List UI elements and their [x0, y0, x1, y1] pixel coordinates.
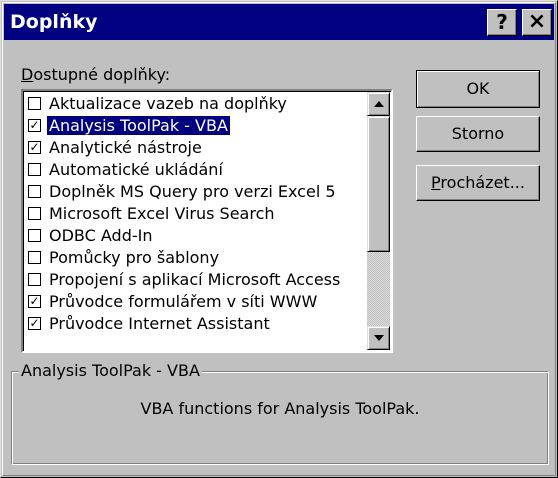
cancel-button[interactable]: Storno: [416, 116, 540, 152]
checkbox-unchecked-icon[interactable]: [28, 229, 41, 242]
groupbox-title: Analysis ToolPak - VBA: [19, 361, 202, 381]
title-bar[interactable]: Doplňky ? ×: [4, 4, 554, 40]
dialog-title: Doplňky: [10, 11, 98, 33]
addin-list-item[interactable]: Pomůcky pro šablony: [25, 247, 365, 269]
addin-list-item[interactable]: ✓ Průvodce formulářem v síti WWW: [25, 291, 365, 313]
addin-label: Propojení s aplikací Microsoft Access: [49, 270, 341, 289]
addin-list-item[interactable]: ✓ Průvodce Internet Assistant: [25, 313, 365, 335]
scroll-down-button[interactable]: [367, 326, 390, 350]
close-button[interactable]: ×: [522, 9, 552, 36]
addin-label: Analysis ToolPak - VBA: [46, 115, 231, 136]
addin-list-item[interactable]: ODBC Add-In: [25, 225, 365, 247]
ok-button[interactable]: OK: [416, 70, 540, 108]
description-groupbox: [11, 371, 549, 465]
available-addins-label: Dostupné doplňky:: [21, 65, 170, 84]
arrow-down-icon: [374, 335, 384, 341]
checkbox-unchecked-icon[interactable]: [28, 273, 41, 286]
checkbox-unchecked-icon[interactable]: [28, 97, 41, 110]
addin-list-item[interactable]: Automatické ukládání: [25, 159, 365, 181]
checkbox-checked-icon[interactable]: ✓: [28, 141, 41, 154]
scroll-thumb[interactable]: [367, 116, 390, 252]
checkbox-unchecked-icon[interactable]: [28, 185, 41, 198]
addin-label: Průvodce Internet Assistant: [49, 314, 270, 333]
addins-dialog: Doplňky ? × Dostupné doplňky: Aktualizac…: [0, 0, 558, 478]
addin-list-item[interactable]: Aktualizace vazeb na doplňky: [25, 93, 365, 115]
help-button[interactable]: ?: [487, 9, 517, 36]
checkbox-unchecked-icon[interactable]: [28, 163, 41, 176]
checkbox-checked-icon[interactable]: ✓: [28, 317, 41, 330]
addin-list-item[interactable]: Doplněk MS Query pro verzi Excel 5: [25, 181, 365, 203]
addin-label: Doplněk MS Query pro verzi Excel 5: [49, 182, 336, 201]
label-mnemonic: D: [21, 65, 34, 84]
addin-label: ODBC Add-In: [49, 226, 153, 245]
addin-label: Automatické ukládání: [49, 160, 223, 179]
addin-list-item[interactable]: Microsoft Excel Virus Search: [25, 203, 365, 225]
checkbox-checked-icon[interactable]: ✓: [28, 295, 41, 308]
checkbox-checked-icon[interactable]: ✓: [28, 119, 41, 132]
checkbox-unchecked-icon[interactable]: [28, 207, 41, 220]
browse-label-rest: rocházet...: [440, 173, 525, 192]
addin-description: VBA functions for Analysis ToolPak.: [140, 399, 420, 418]
addin-label: Pomůcky pro šablony: [49, 248, 220, 267]
addin-label: Analytické nástroje: [49, 138, 202, 157]
label-rest: ostupné doplňky:: [33, 65, 171, 84]
addin-label: Microsoft Excel Virus Search: [49, 204, 275, 223]
checkbox-unchecked-icon[interactable]: [28, 251, 41, 264]
addin-list-item[interactable]: Propojení s aplikací Microsoft Access: [25, 269, 365, 291]
addin-list-item[interactable]: ✓ Analysis ToolPak - VBA: [25, 115, 365, 137]
addin-label: Průvodce formulářem v síti WWW: [49, 292, 318, 311]
arrow-up-icon: [374, 101, 384, 107]
addins-list: Aktualizace vazeb na doplňky ✓ Analysis To…: [25, 93, 365, 335]
browse-button[interactable]: Procházet...: [416, 165, 540, 201]
addin-list-item[interactable]: ✓ Analytické nástroje: [25, 137, 365, 159]
addins-listbox[interactable]: Aktualizace vazeb na doplňky ✓ Analysis To…: [21, 89, 393, 353]
scroll-up-button[interactable]: [367, 92, 390, 116]
addin-label: Aktualizace vazeb na doplňky: [49, 94, 287, 113]
vertical-scrollbar[interactable]: [367, 92, 390, 350]
